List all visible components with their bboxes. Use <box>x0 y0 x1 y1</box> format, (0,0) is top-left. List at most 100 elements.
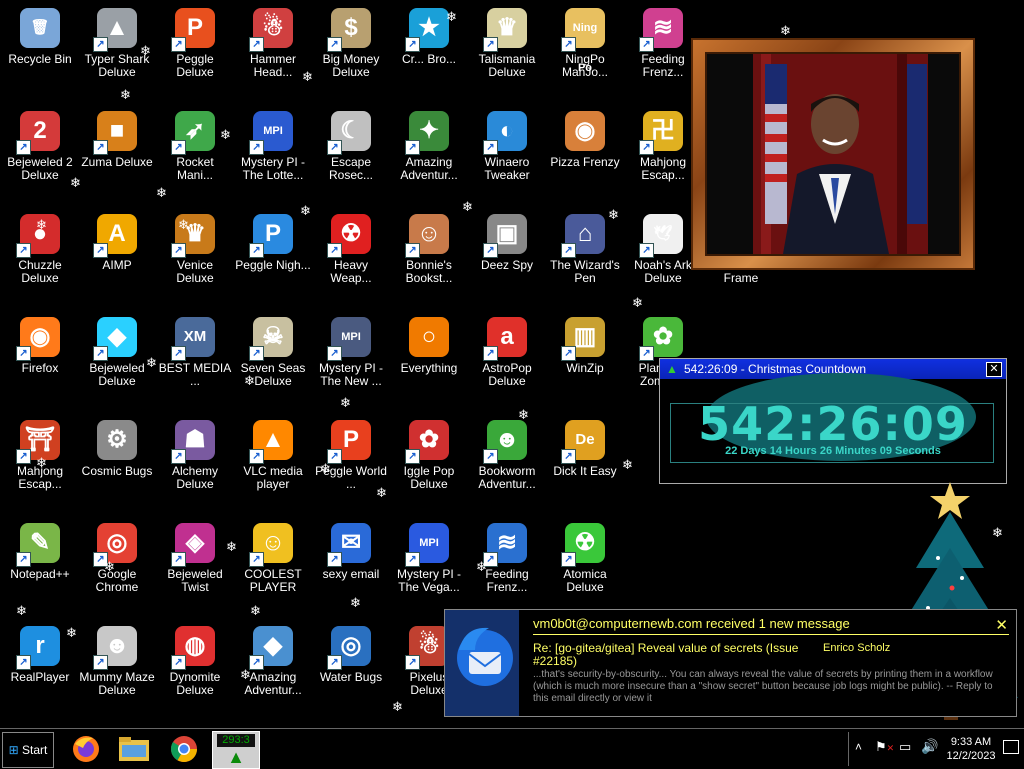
desktop-shortcut[interactable]: ☻ ↗ Bookworm Adventur... <box>469 418 545 491</box>
taskbar-countdown[interactable]: 293:3 ▲ <box>212 731 260 769</box>
taskbar-chrome[interactable] <box>162 732 206 766</box>
desktop-shortcut[interactable]: ◉ Pizza Frenzy <box>547 109 623 169</box>
desktop-shortcut[interactable]: ◉ ↗ Firefox <box>2 315 78 375</box>
snowflake-icon: ❄ <box>244 373 255 388</box>
shortcut-arrow-icon: ↗ <box>405 243 420 258</box>
countdown-detail: 22 Days 14 Hours 26 Minutes 09 Seconds <box>725 445 941 457</box>
desktop-shortcut[interactable]: ☺ ↗ Bonnie's Bookst... <box>391 212 467 285</box>
desktop-shortcut[interactable]: P ↗ Peggle Deluxe <box>157 6 233 79</box>
desktop-shortcut[interactable]: ▲ ↗ VLC media player <box>235 418 311 491</box>
desktop-shortcut[interactable]: ☗ ↗ Alchemy Deluxe <box>157 418 233 491</box>
shortcut-arrow-icon: ↗ <box>249 552 264 567</box>
snowflake-icon: ❄ <box>476 559 487 574</box>
taskbar-file-explorer[interactable] <box>112 732 156 766</box>
shortcut-arrow-icon: ↗ <box>483 346 498 361</box>
snowflake-icon: ❄ <box>320 461 331 476</box>
desktop-shortcut[interactable]: 🗑 Recycle Bin <box>2 6 78 66</box>
shortcut-arrow-icon: ↗ <box>561 37 576 52</box>
desktop-shortcut[interactable]: ▥ ↗ WinZip <box>547 315 623 375</box>
desktop-shortcut[interactable]: ◐ ↗ Winaero Tweaker <box>469 109 545 182</box>
shortcut-arrow-icon: ↗ <box>405 552 420 567</box>
desktop-shortcut[interactable]: ○ Everything <box>391 315 467 375</box>
desktop-shortcut[interactable]: 2 ↗ Bejeweled 2 Deluxe <box>2 109 78 182</box>
desktop-shortcut[interactable]: MPI ↗ Mystery PI - The Vega... <box>391 521 467 594</box>
desktop-shortcut[interactable]: ▣ ↗ Deez Spy <box>469 212 545 272</box>
desktop-shortcut[interactable]: ✉ ↗ sexy email <box>313 521 389 581</box>
desktop-shortcut[interactable]: Ning Po↗NingPo MahJo... <box>547 6 623 79</box>
bookworm-adventures-icon: ☻ ↗ <box>483 418 529 464</box>
shortcut-arrow-icon: ↗ <box>16 346 31 361</box>
snowflake-icon: ❄ <box>240 667 251 682</box>
desktop-shortcut[interactable]: MPI ↗ Mystery PI - The Lotte... <box>235 109 311 182</box>
snowflake-icon: ❄ <box>350 595 361 610</box>
desktop-shortcut[interactable]: ✎ ↗ Notepad++ <box>2 521 78 581</box>
desktop-shortcut[interactable]: MPI ↗ Mystery PI - The New ... <box>313 315 389 388</box>
desktop-shortcut[interactable]: 🕊 ↗ Noah's Ark Deluxe <box>625 212 701 285</box>
close-notification-button[interactable]: ✕ <box>995 616 1008 634</box>
snowflake-icon: ❄ <box>302 69 313 84</box>
desktop-shortcut[interactable]: De ↗ Dick It Easy <box>547 418 623 478</box>
desktop-shortcut[interactable]: XM ↗ BEST MEDIA ... <box>157 315 233 388</box>
photo-frame-window[interactable] <box>691 38 975 270</box>
desktop-shortcut[interactable]: a ↗ AstroPop Deluxe <box>469 315 545 388</box>
notifications-icon[interactable] <box>1003 740 1019 754</box>
desktop-shortcut[interactable]: ⚙ Cosmic Bugs <box>79 418 155 478</box>
desktop-shortcut-label: Notepad++ <box>10 567 70 581</box>
xm-play-icon: XM ↗ <box>171 315 217 361</box>
desktop-shortcut[interactable]: ☻ ↗ Mummy Maze Deluxe <box>79 624 155 697</box>
desktop-shortcut[interactable]: ☺ ↗ COOLEST PLAYER <box>235 521 311 594</box>
desktop-shortcut-label: RealPlayer <box>10 670 70 684</box>
clock-date: 12/2/2023 <box>946 750 996 762</box>
aimp-icon: A ↗ <box>93 212 139 258</box>
desktop-shortcut[interactable]: 卍 ↗ Mahjong Escap... <box>625 109 701 182</box>
rocket-mania-icon: ➶ ↗ <box>171 109 217 155</box>
start-button[interactable]: ⊞ Start <box>2 732 54 768</box>
snowflake-icon: ❄ <box>140 43 151 58</box>
desktop-shortcut[interactable]: ♛ ↗ Venice Deluxe <box>157 212 233 285</box>
desktop-shortcut[interactable]: ☢ ↗ Atomica Deluxe <box>547 521 623 594</box>
desktop-shortcut[interactable]: ✿ ↗ Iggle Pop Deluxe <box>391 418 467 491</box>
desktop-shortcut[interactable]: ◎ ↗ Google Chrome <box>79 521 155 594</box>
dynomite-icon: ◍ ↗ <box>171 624 217 670</box>
desktop-shortcut[interactable]: ☃ ↗ Hammer Head... <box>235 6 311 79</box>
desktop-shortcut[interactable]: A ↗ AIMP <box>79 212 155 272</box>
taskbar-firefox[interactable] <box>64 732 108 766</box>
desktop-shortcut[interactable]: ☢ ↗ Heavy Weap... <box>313 212 389 285</box>
shortcut-arrow-icon: ↗ <box>93 140 108 155</box>
desktop-shortcut[interactable]: ◆ ↗ Bejeweled Deluxe <box>79 315 155 388</box>
plants-vs-zombies-icon: ✿ ↗ <box>639 315 685 361</box>
winaero-icon: ◐ ↗ <box>483 109 529 155</box>
shortcut-arrow-icon: ↗ <box>639 37 654 52</box>
desktop-shortcut[interactable]: P ↗ Peggle Nigh... <box>235 212 311 272</box>
clock-time: 9:33 AM <box>950 736 992 748</box>
close-button[interactable]: ✕ <box>986 362 1002 377</box>
desktop-shortcut[interactable]: ◆ ↗ Amazing Adventur... <box>235 624 311 697</box>
desktop-shortcut[interactable]: ≋ ↗ Feeding Frenz... <box>469 521 545 594</box>
desktop-shortcut[interactable]: ≋ ↗ Feeding Frenz... <box>625 6 701 79</box>
amazing-adventures-icon: ◆ ↗ <box>249 624 295 670</box>
dick-it-easy-icon: De ↗ <box>561 418 607 464</box>
volume-icon[interactable]: 🔊 <box>921 738 938 755</box>
desktop-shortcut[interactable]: ◎ ↗ Water Bugs <box>313 624 389 684</box>
desktop-shortcut-label: Mystery PI - The Vega... <box>396 567 461 594</box>
chevron-up-icon[interactable]: ˄ <box>855 740 862 754</box>
desktop-shortcut[interactable]: ⌂ ↗ The Wizard's Pen <box>547 212 623 285</box>
heavy-weapon-icon: ☢ ↗ <box>327 212 373 258</box>
action-center-icon[interactable]: ⚑✕ <box>875 739 894 755</box>
desktop-shortcut[interactable]: P ↗ Peggle World ... <box>313 418 389 491</box>
notification-subject[interactable]: Re: [go-gitea/gitea] Reveal value of sec… <box>533 642 813 668</box>
desktop-shortcut[interactable]: ■ ↗ Zuma Deluxe <box>79 109 155 169</box>
clock[interactable]: 9:33 AM 12/2/2023 <box>943 735 999 763</box>
network-icon[interactable]: ▭ <box>899 739 911 755</box>
christmas-countdown-window[interactable]: ▲ 542:26:09 - Christmas Countdown ✕ 542:… <box>659 358 1007 484</box>
desktop-shortcut[interactable]: ➶ ↗ Rocket Mani... <box>157 109 233 182</box>
desktop-shortcut[interactable]: ☾ ↗ Escape Rosec... <box>313 109 389 182</box>
new-mail-notification[interactable]: vm0b0t@computernewb.com received 1 new m… <box>444 609 1017 717</box>
desktop-shortcut[interactable]: ✦ ↗ Amazing Adventur... <box>391 109 467 182</box>
desktop-shortcut-label: Big Money Deluxe <box>322 52 380 79</box>
desktop-shortcut[interactable]: $ ↗ Big Money Deluxe <box>313 6 389 79</box>
desktop-shortcut[interactable]: ♛ ↗ Talismania Deluxe <box>469 6 545 79</box>
shortcut-arrow-icon: ↗ <box>327 655 342 670</box>
desktop-shortcut[interactable]: ◈ ↗ Bejeweled Twist <box>157 521 233 594</box>
desktop-shortcut[interactable]: ◍ ↗ Dynomite Deluxe <box>157 624 233 697</box>
